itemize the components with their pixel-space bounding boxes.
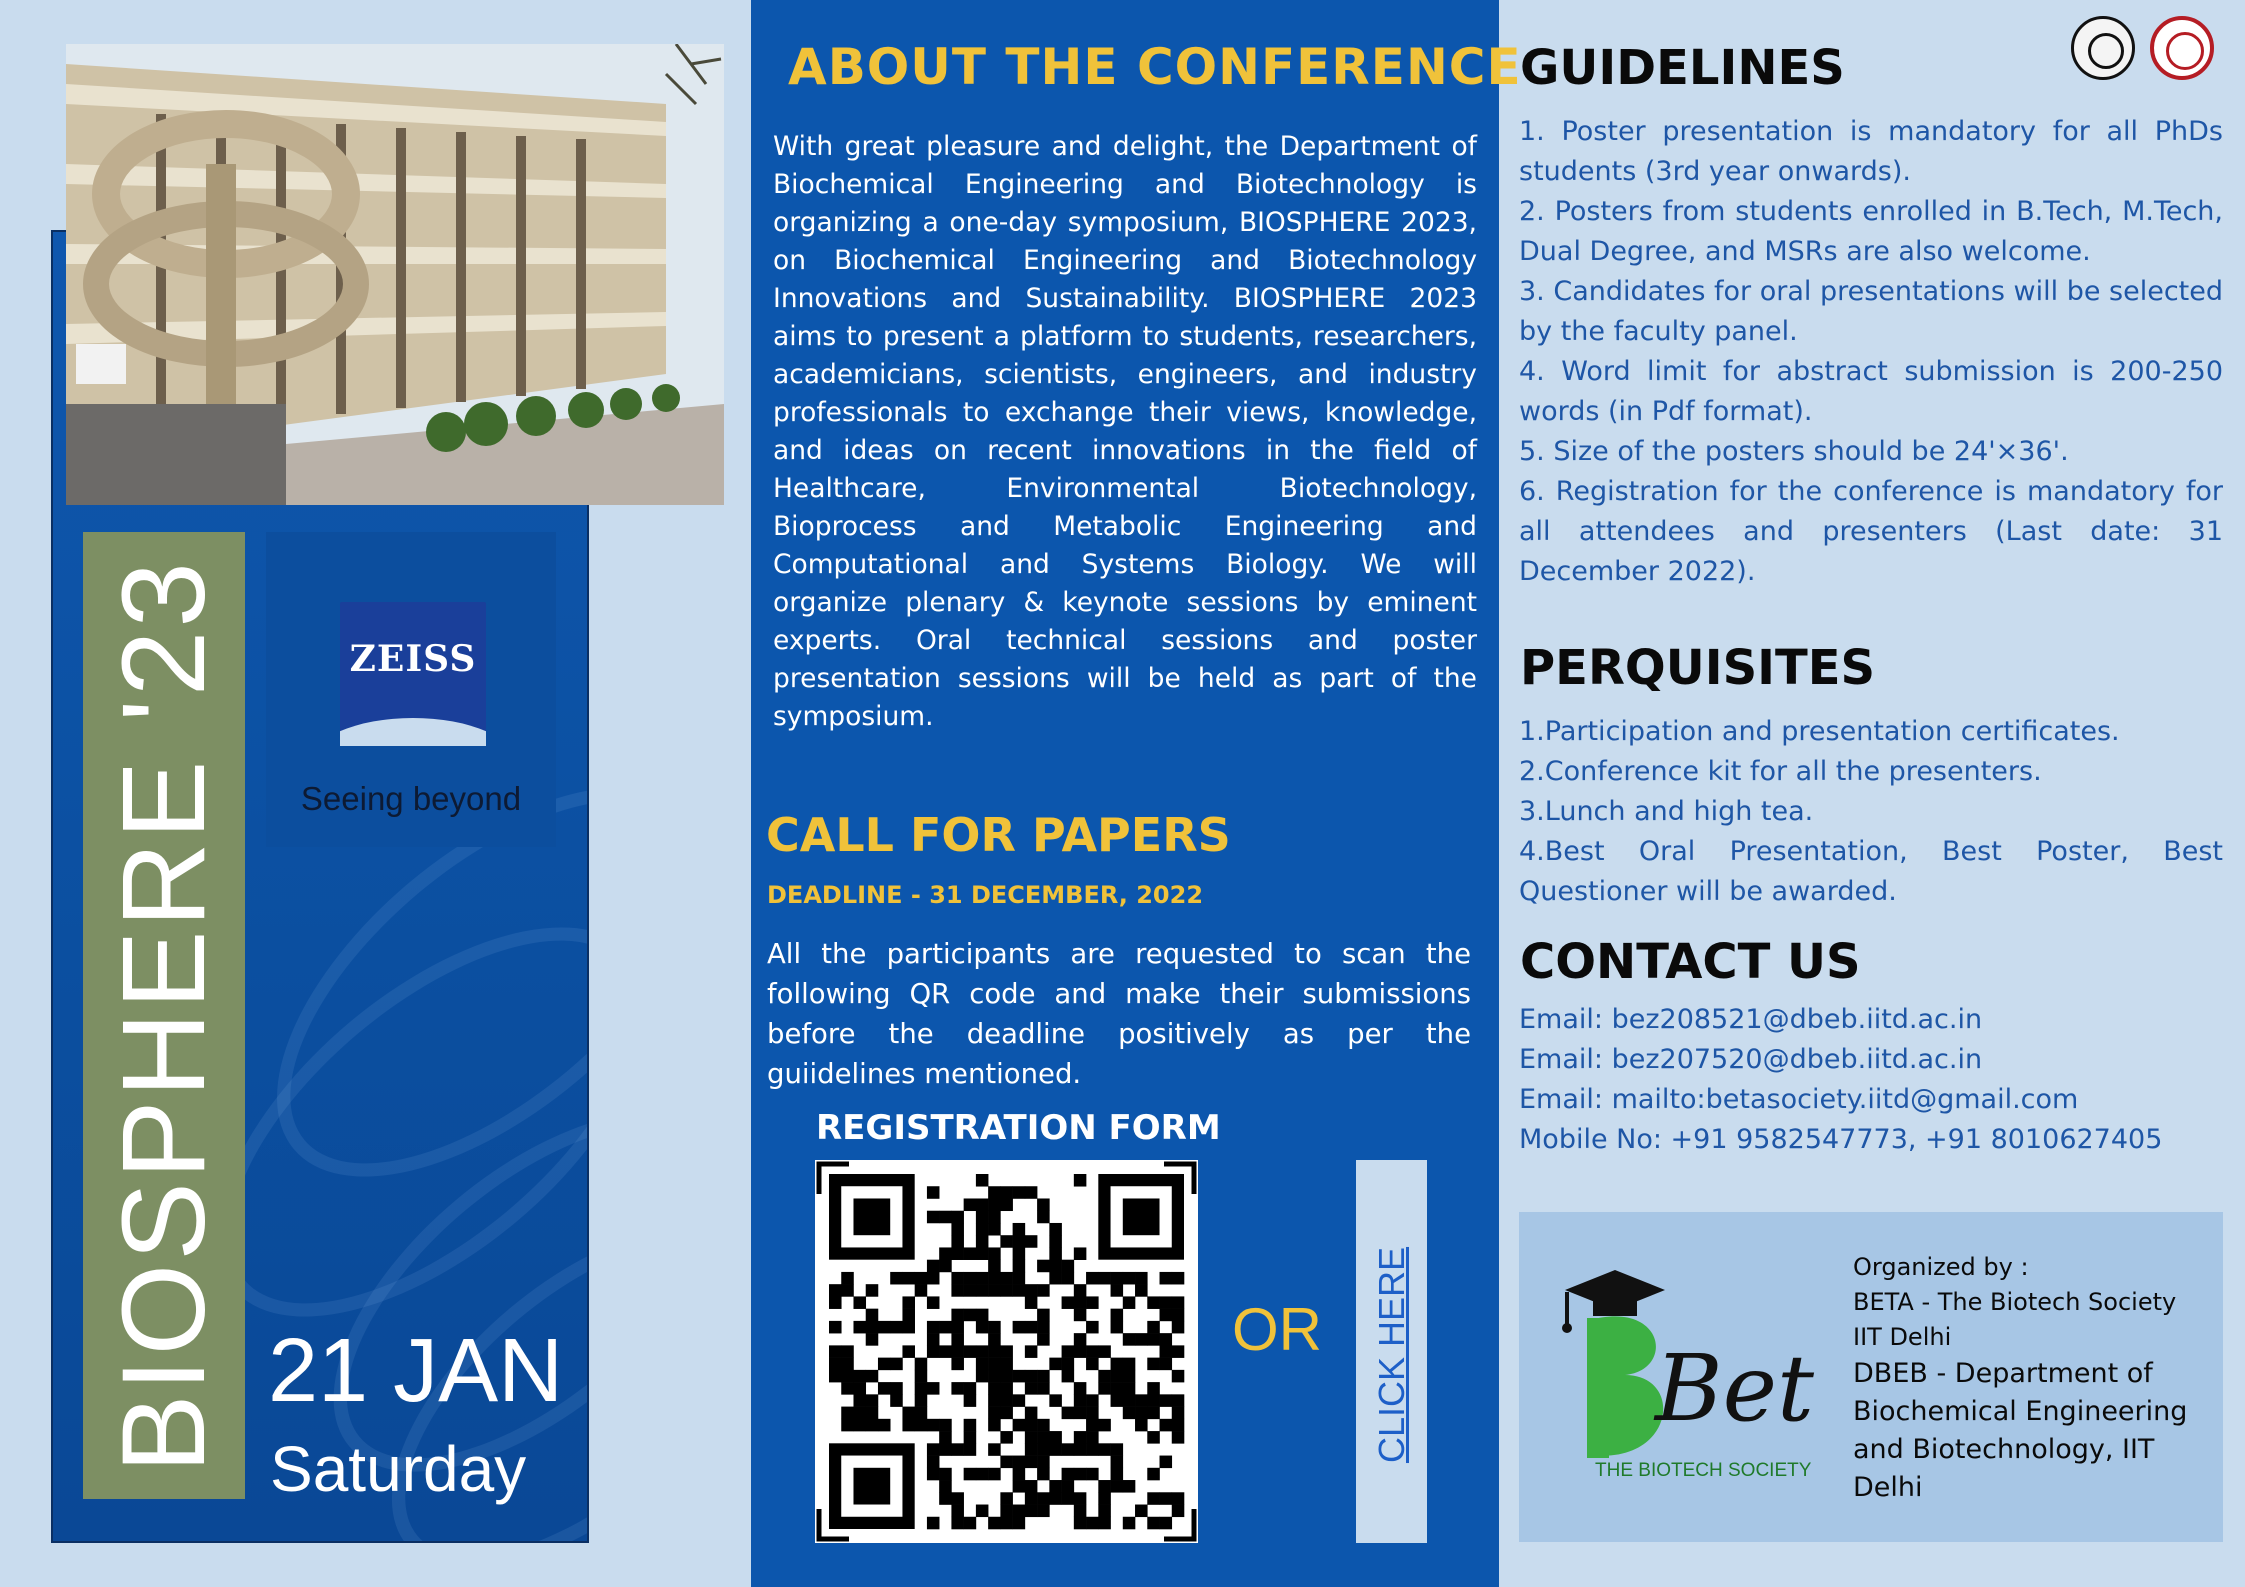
call-for-papers-body: All the participants are requested to sc… (767, 938, 1471, 1090)
guidelines-heading: GUIDELINES (1520, 40, 1845, 96)
guideline-item: 6. Registration for the conference is ma… (1519, 476, 2223, 587)
contact-heading: CONTACT US (1520, 934, 1861, 990)
or-label: OR (1232, 1296, 1322, 1363)
contact-email-2[interactable]: Email: bez207520@dbeb.iitd.ac.in (1519, 1040, 2223, 1080)
event-title: BIOSPHERE '23 (98, 558, 230, 1474)
about-heading: ABOUT THE CONFERENCE (788, 38, 1522, 96)
department-seal-icon (2071, 16, 2135, 80)
click-here-link[interactable]: CLICK HERE (1371, 1247, 1413, 1463)
guideline-item: 5. Size of the posters should be 24'×36'… (1519, 436, 2069, 467)
organizer-line-3: DBEB - Department of Biochemical Enginee… (1853, 1358, 2188, 1503)
call-for-papers-heading: CALL FOR PAPERS (766, 808, 1231, 862)
deadline-text: DEADLINE - 31 DECEMBER, 2022 (767, 881, 1204, 909)
organizer-line-1: BETA - The Biotech Society (1853, 1288, 2177, 1316)
perquisites-list: 1.Participation and presentation certifi… (1519, 712, 2223, 912)
contact-list: Email: bez208521@dbeb.iitd.ac.in Email: … (1519, 1000, 2223, 1160)
iit-delhi-seal-icon (2150, 16, 2214, 80)
beta-logo-word: Beta (1653, 1335, 1815, 1442)
organizer-line-2: IIT Delhi (1853, 1323, 1952, 1351)
contact-email-3[interactable]: Email: mailto:betasociety.iitd@gmail.com (1519, 1080, 2223, 1120)
registration-qr-code[interactable] (815, 1160, 1198, 1543)
perquisite-item: 2.Conference kit for all the presenters. (1519, 756, 2042, 787)
perquisite-item: 3.Lunch and high tea. (1519, 796, 1814, 827)
building-photo (66, 44, 724, 505)
guideline-item: 4. Word limit for abstract submission is… (1519, 356, 2223, 427)
beta-logo-subtitle: THE BIOTECH SOCIETY (1595, 1460, 1812, 1481)
beta-logo: Beta THE BIOTECH SOCIETY (1562, 1270, 1815, 1481)
event-day: Saturday (270, 1433, 527, 1505)
guideline-item: 1. Poster presentation is mandatory for … (1519, 116, 2223, 187)
perquisite-item: 1.Participation and presentation certifi… (1519, 716, 2120, 747)
contact-mobile: Mobile No: +91 9582547773, +91 801062740… (1519, 1124, 2163, 1155)
sponsor-tagline: Seeing beyond (300, 780, 522, 817)
event-date: 21 JAN (268, 1321, 564, 1421)
zeiss-logo: ZEISS (340, 602, 486, 746)
zeiss-logo-text: ZEISS (349, 638, 477, 680)
guidelines-list: 1. Poster presentation is mandatory for … (1519, 112, 2223, 592)
perquisite-item: 4.Best Oral Presentation, Best Poster, B… (1519, 836, 2223, 907)
organizer-label: Organized by : (1853, 1253, 2029, 1281)
organizer-text: Organized by : BETA - The Biotech Societ… (1853, 1250, 2193, 1507)
guideline-item: 2. Posters from students enrolled in B.T… (1519, 196, 2223, 267)
contact-email-1[interactable]: Email: bez208521@dbeb.iitd.ac.in (1519, 1000, 2223, 1040)
about-body: With great pleasure and delight, the Dep… (773, 131, 1477, 732)
guideline-item: 3. Candidates for oral presentations wil… (1519, 276, 2224, 347)
registration-form-label: REGISTRATION FORM (816, 1108, 1221, 1148)
perquisites-heading: PERQUISITES (1520, 640, 1876, 696)
